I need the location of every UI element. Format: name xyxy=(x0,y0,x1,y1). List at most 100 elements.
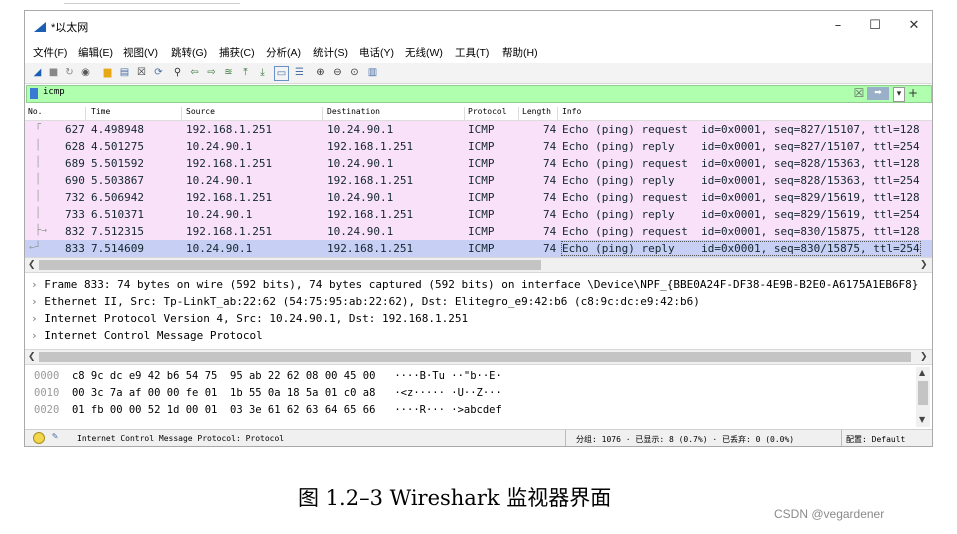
menu-capture[interactable]: 捕获(C) xyxy=(219,45,255,60)
clear-filter-button[interactable]: ☒ xyxy=(853,87,865,100)
find-icon[interactable]: ⚲ xyxy=(171,66,184,79)
packet-length: 74 xyxy=(543,174,557,187)
detail-text: Internet Protocol Version 4, Src: 10.24.… xyxy=(44,312,469,325)
packet-info: Echo (ping) reply id=0x0001, seq=828/153… xyxy=(562,174,920,187)
menu-view[interactable]: 视图(V) xyxy=(123,45,158,60)
scroll-right-icon[interactable]: ❯ xyxy=(920,350,928,364)
menu-help[interactable]: 帮助(H) xyxy=(502,45,538,60)
status-divider xyxy=(841,430,842,446)
packet-protocol: ICMP xyxy=(468,140,495,153)
status-packet-counts: 分组: 1076 · 已显示: 8 (0.7%) · 已丢弃: 0 (0.0%) xyxy=(576,435,795,444)
menu-edit[interactable]: 编辑(E) xyxy=(78,45,113,60)
packet-row[interactable]: ┌ 627 4.498948 192.168.1.251 10.24.90.1 … xyxy=(25,119,932,138)
packet-row[interactable]: │ 628 4.501275 10.24.90.1 192.168.1.251 … xyxy=(25,138,932,155)
detail-ipv4[interactable]: › Internet Protocol Version 4, Src: 10.2… xyxy=(31,312,468,325)
packet-no: 733 xyxy=(65,208,85,221)
packet-time: 5.501592 xyxy=(91,157,144,170)
scroll-up-icon[interactable]: ▲ xyxy=(919,368,925,377)
resize-columns-icon[interactable]: ▥ xyxy=(366,66,379,79)
col-no[interactable]: No. xyxy=(28,107,42,116)
maximize-button[interactable]: ☐ xyxy=(863,17,887,35)
autoscroll-icon[interactable]: ▭ xyxy=(274,66,289,81)
hex-row[interactable]: 0000 c8 9c dc e9 42 b6 54 75 95 ab 22 62… xyxy=(34,370,502,382)
close-button[interactable]: ✕ xyxy=(902,17,926,35)
expand-chevron-icon[interactable]: › xyxy=(31,312,38,325)
menu-statistics[interactable]: 统计(S) xyxy=(313,45,348,60)
scrollbar-thumb[interactable] xyxy=(918,381,928,405)
status-profile[interactable]: 配置: Default xyxy=(846,434,905,445)
wireshark-window: *以太网 – ☐ ✕ 文件(F) 编辑(E) 视图(V) 跳转(G) 捕获(C)… xyxy=(24,10,933,447)
scrollbar-thumb[interactable] xyxy=(39,352,911,362)
detail-ethernet[interactable]: › Ethernet II, Src: Tp-LinkT_ab:22:62 (5… xyxy=(31,295,700,308)
zoom-out-icon[interactable]: ⊖ xyxy=(331,66,344,79)
close-file-icon[interactable]: ☒ xyxy=(135,66,148,79)
menu-analyze[interactable]: 分析(A) xyxy=(266,45,301,60)
bookmark-icon[interactable] xyxy=(30,88,38,99)
go-forward-icon[interactable]: ⇨ xyxy=(205,66,218,79)
expand-chevron-icon[interactable]: › xyxy=(31,295,38,308)
reload-icon[interactable]: ⟳ xyxy=(152,66,165,79)
hex-row[interactable]: 0010 00 3c 7a af 00 00 fe 01 1b 55 0a 18… xyxy=(34,387,502,399)
bytes-vscrollbar[interactable]: ▲ ▼ xyxy=(916,367,930,427)
scrollbar-thumb[interactable] xyxy=(39,260,541,270)
apply-filter-button[interactable]: ➡ xyxy=(867,87,889,100)
packet-row[interactable]: ├→ 832 7.512315 192.168.1.251 10.24.90.1… xyxy=(25,223,932,240)
zoom-in-icon[interactable]: ⊕ xyxy=(314,66,327,79)
packet-protocol: ICMP xyxy=(468,225,495,238)
expand-chevron-icon[interactable]: › xyxy=(31,329,38,342)
expert-info-icon[interactable] xyxy=(33,432,45,444)
detail-icmp[interactable]: › Internet Control Message Protocol xyxy=(31,329,263,342)
menu-tools[interactable]: 工具(T) xyxy=(455,45,489,60)
restart-icon[interactable]: ↻ xyxy=(63,66,76,79)
filter-dropdown-button[interactable]: ▾ xyxy=(893,87,905,102)
packet-list-hscrollbar[interactable]: ❮ ❯ xyxy=(25,257,932,273)
scroll-right-icon[interactable]: ❯ xyxy=(920,258,928,272)
add-filter-button[interactable]: + xyxy=(908,87,918,100)
colorize-icon[interactable]: ☰ xyxy=(293,66,306,79)
last-packet-icon[interactable]: ⤓ xyxy=(256,66,269,79)
save-icon[interactable]: ▤ xyxy=(118,66,131,79)
display-filter-bar[interactable]: icmp ☒ ➡ ▾ + xyxy=(26,85,932,103)
open-file-icon[interactable]: ▆ xyxy=(101,66,114,79)
col-length[interactable]: Length xyxy=(522,107,551,116)
minimize-button[interactable]: – xyxy=(826,17,850,35)
hex-row[interactable]: 0020 01 fb 00 00 52 1d 00 01 03 3e 61 62… xyxy=(34,404,502,416)
col-info[interactable]: Info xyxy=(562,107,581,116)
scroll-down-icon[interactable]: ▼ xyxy=(919,415,925,424)
stop-icon[interactable]: ■ xyxy=(47,66,60,79)
go-back-icon[interactable]: ⇦ xyxy=(188,66,201,79)
menu-telephony[interactable]: 电话(Y) xyxy=(359,45,394,60)
menu-file[interactable]: 文件(F) xyxy=(33,45,67,60)
packet-row[interactable]: │ 690 5.503867 10.24.90.1 192.168.1.251 … xyxy=(25,172,932,189)
packet-source: 192.168.1.251 xyxy=(186,157,273,170)
menu-go[interactable]: 跳转(G) xyxy=(171,45,207,60)
go-to-packet-icon[interactable]: ≊ xyxy=(222,66,235,79)
packet-row[interactable]: │ 732 6.506942 192.168.1.251 10.24.90.1 … xyxy=(25,189,932,206)
col-source[interactable]: Source xyxy=(186,107,215,116)
expand-chevron-icon[interactable]: › xyxy=(31,278,38,291)
shark-fin-start-icon[interactable]: ◢ xyxy=(31,66,44,79)
details-hscrollbar[interactable]: ❮ ❯ xyxy=(25,349,932,365)
zoom-reset-icon[interactable]: ⊙ xyxy=(348,66,361,79)
scroll-left-icon[interactable]: ❮ xyxy=(28,350,36,364)
filter-input[interactable]: icmp xyxy=(43,87,65,97)
options-icon[interactable]: ◉ xyxy=(79,66,92,79)
packet-length: 74 xyxy=(543,242,557,255)
packet-destination: 192.168.1.251 xyxy=(327,208,414,221)
detail-frame[interactable]: › Frame 833: 74 bytes on wire (592 bits)… xyxy=(31,278,918,291)
packet-row[interactable]: │ 689 5.501592 192.168.1.251 10.24.90.1 … xyxy=(25,155,932,172)
col-time[interactable]: Time xyxy=(91,107,110,116)
packet-time: 7.514609 xyxy=(91,242,144,255)
detail-text: Frame 833: 74 bytes on wire (592 bits), … xyxy=(44,278,919,291)
col-destination[interactable]: Destination xyxy=(327,107,380,116)
packet-row[interactable]: │ 733 6.510371 10.24.90.1 192.168.1.251 … xyxy=(25,206,932,223)
menu-wireless[interactable]: 无线(W) xyxy=(405,45,443,60)
first-packet-icon[interactable]: ⤒ xyxy=(239,66,252,79)
scroll-left-icon[interactable]: ❮ xyxy=(28,258,36,272)
packet-source: 192.168.1.251 xyxy=(186,225,273,238)
edit-comment-icon[interactable]: ✎ xyxy=(52,431,58,442)
col-protocol[interactable]: Protocol xyxy=(468,107,507,116)
packet-no: 832 xyxy=(65,225,85,238)
packet-row-selected[interactable]: ←┘ 833 7.514609 10.24.90.1 192.168.1.251… xyxy=(25,240,932,257)
packet-source: 10.24.90.1 xyxy=(186,174,253,187)
